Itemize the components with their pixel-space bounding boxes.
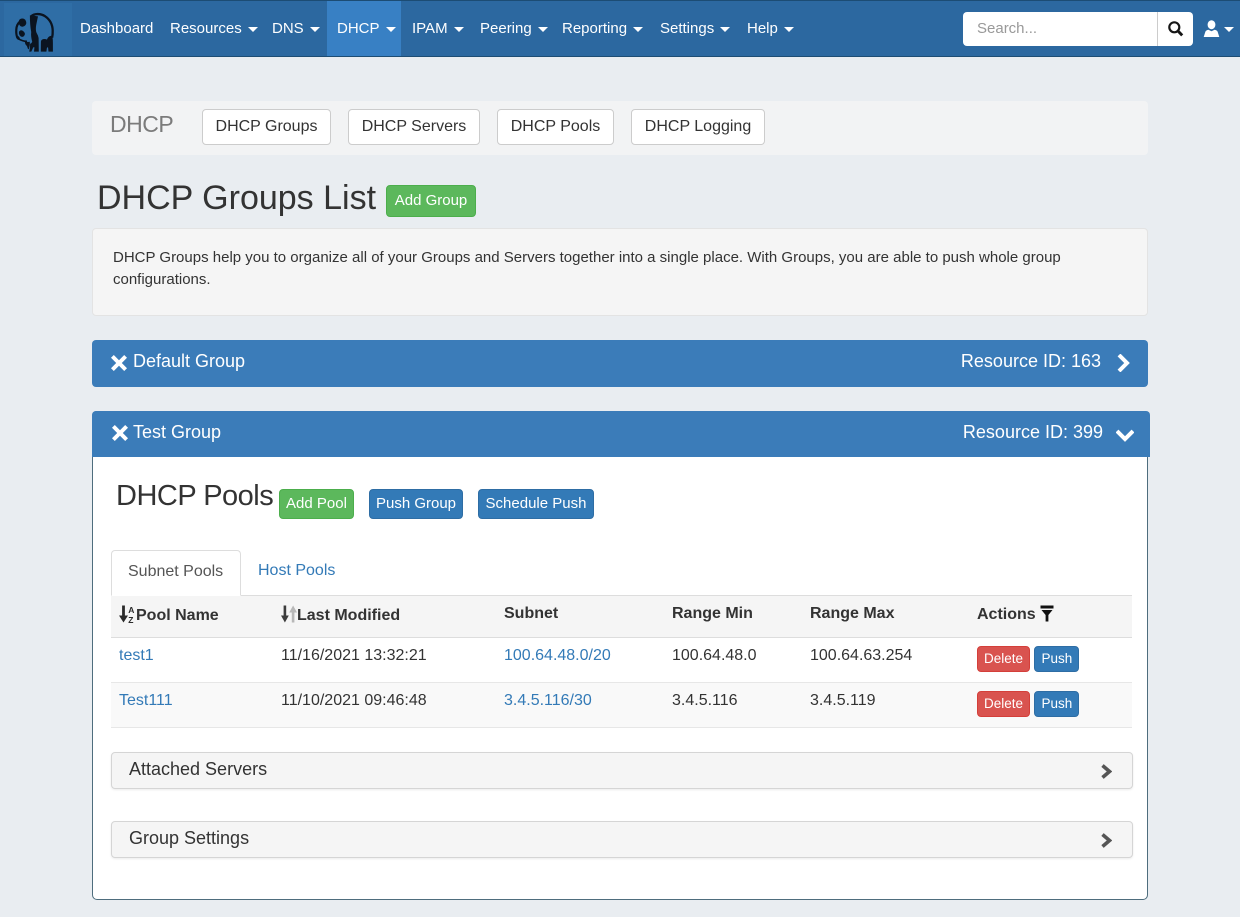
svg-text:A: A xyxy=(128,605,134,615)
svg-text:Z: Z xyxy=(128,615,133,623)
